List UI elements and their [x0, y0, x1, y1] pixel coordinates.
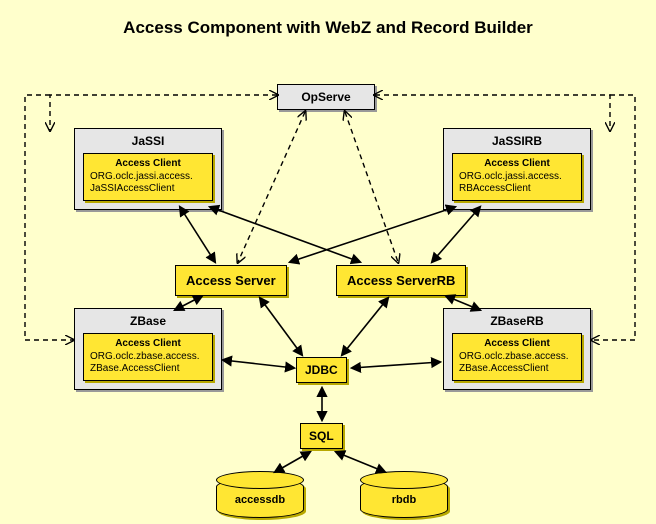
jassirb-box: JaSSIRB Access Client ORG.oclc.jassi.acc… — [443, 128, 591, 210]
access-server-label: Access Server — [176, 266, 286, 295]
zbaserb-ac-line1: ORG.oclc.zbase.access. — [459, 351, 568, 362]
zbase-ac-line1: ORG.oclc.zbase.access. — [90, 351, 199, 362]
diagram-canvas: Access Component with WebZ and Record Bu… — [0, 0, 656, 524]
diagram-title: Access Component with WebZ and Record Bu… — [0, 18, 656, 38]
access-server-rb-label: Access ServerRB — [337, 266, 465, 295]
jassi-ac-label: Access Client — [90, 158, 206, 171]
cylinder-top-icon — [216, 471, 304, 489]
jassirb-access-client: Access Client ORG.oclc.jassi.access. RBA… — [452, 153, 582, 201]
zbase-box: ZBase Access Client ORG.oclc.zbase.acces… — [74, 308, 222, 390]
zbaserb-box: ZBaseRB Access Client ORG.oclc.zbase.acc… — [443, 308, 591, 390]
sql-label: SQL — [301, 424, 342, 448]
jassirb-ac-label: Access Client — [459, 158, 575, 171]
jassi-ac-line2: JaSSIAccessClient — [90, 183, 174, 194]
accessdb-label: accessdb — [235, 494, 285, 506]
zbase-label: ZBase — [75, 309, 221, 333]
zbaserb-ac-line2: ZBase.AccessClient — [459, 363, 548, 374]
zbaserb-access-client: Access Client ORG.oclc.zbase.access. ZBa… — [452, 333, 582, 381]
jassi-label: JaSSI — [75, 129, 221, 153]
access-server-rb-box: Access ServerRB — [336, 265, 466, 296]
opserve-box: OpServe — [277, 84, 375, 110]
accessdb-cylinder: accessdb — [216, 478, 302, 518]
zbaserb-label: ZBaseRB — [444, 309, 590, 333]
jassirb-ac-line1: ORG.oclc.jassi.access. — [459, 171, 562, 182]
jassi-box: JaSSI Access Client ORG.oclc.jassi.acces… — [74, 128, 222, 210]
sql-box: SQL — [300, 423, 343, 449]
access-server-box: Access Server — [175, 265, 287, 296]
zbase-access-client: Access Client ORG.oclc.zbase.access. ZBa… — [83, 333, 213, 381]
zbase-ac-label: Access Client — [90, 338, 206, 351]
zbaserb-ac-label: Access Client — [459, 338, 575, 351]
cylinder-top-icon — [360, 471, 448, 489]
jdbc-label: JDBC — [297, 358, 346, 382]
zbase-ac-line2: ZBase.AccessClient — [90, 363, 179, 374]
jassirb-ac-line2: RBAccessClient — [459, 183, 531, 194]
rbdb-label: rbdb — [392, 494, 416, 506]
jdbc-box: JDBC — [296, 357, 347, 383]
jassi-access-client: Access Client ORG.oclc.jassi.access. JaS… — [83, 153, 213, 201]
jassirb-label: JaSSIRB — [444, 129, 590, 153]
rbdb-cylinder: rbdb — [360, 478, 446, 518]
opserve-label: OpServe — [278, 85, 374, 109]
jassi-ac-line1: ORG.oclc.jassi.access. — [90, 171, 193, 182]
